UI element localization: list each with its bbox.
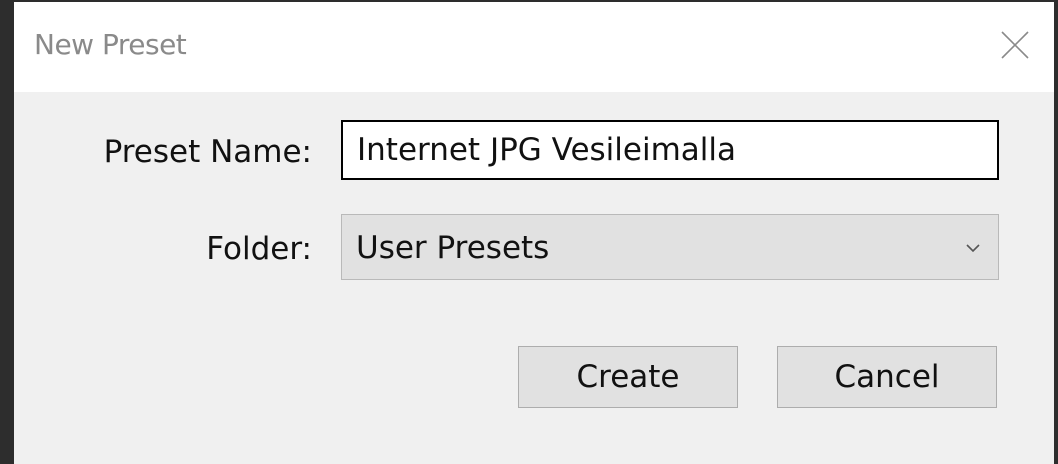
chevron-down-icon — [964, 239, 982, 257]
new-preset-dialog: New Preset Preset Name: Folder: User Pre… — [14, 2, 1054, 464]
preset-name-input[interactable] — [341, 120, 999, 180]
preset-name-label: Preset Name: — [103, 134, 312, 170]
folder-select[interactable]: User Presets — [341, 214, 999, 280]
close-icon[interactable] — [998, 28, 1032, 62]
folder-select-value: User Presets — [356, 230, 550, 266]
folder-label: Folder: — [206, 231, 312, 267]
dialog-titlebar: New Preset — [14, 2, 1054, 92]
cancel-button[interactable]: Cancel — [777, 346, 997, 408]
create-button[interactable]: Create — [518, 346, 738, 408]
dialog-title: New Preset — [34, 28, 187, 61]
app-background: New Preset Preset Name: Folder: User Pre… — [0, 0, 1058, 464]
